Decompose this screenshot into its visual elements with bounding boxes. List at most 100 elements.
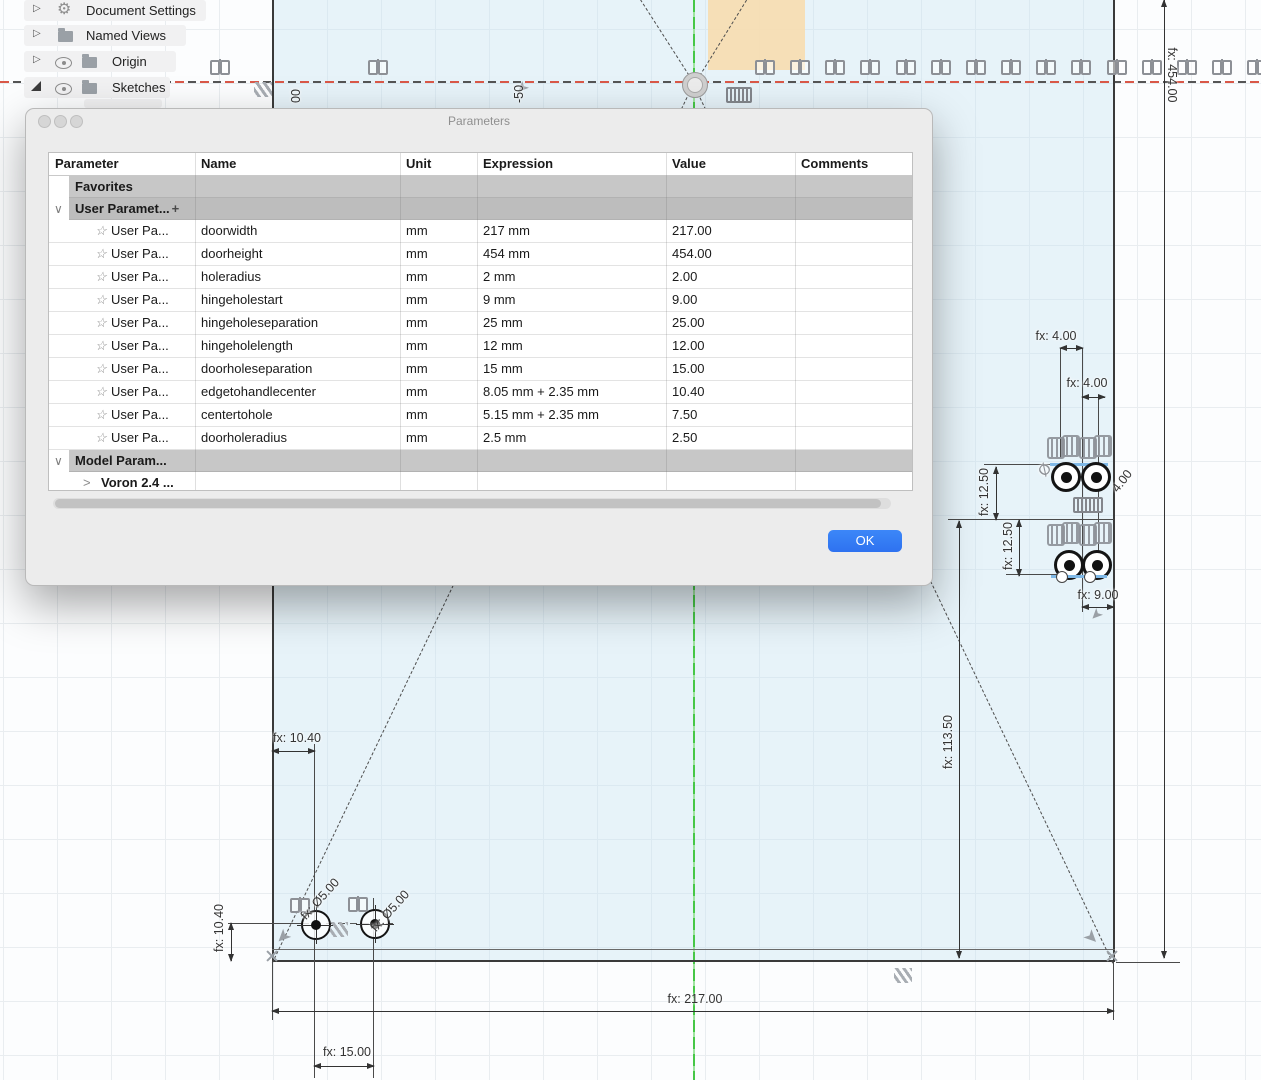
table-row[interactable]: ☆ User Pa... doorwidth mm 217 mm 217.00 [49,220,912,243]
param-comments[interactable] [795,312,912,334]
favorite-star-icon[interactable]: ☆ [95,427,111,449]
chevron-right-icon[interactable]: > [83,472,91,490]
symmetry-constraint-icon[interactable] [210,59,230,75]
param-name[interactable]: edgetohandlecenter [195,381,400,403]
symmetry-constraint-icon[interactable] [896,59,916,75]
param-unit[interactable]: mm [400,220,477,242]
sketch-point[interactable] [1084,571,1096,583]
param-unit[interactable]: mm [400,266,477,288]
param-comments[interactable] [795,404,912,426]
param-unit[interactable]: mm [400,243,477,265]
corner-point-marker[interactable] [266,950,278,962]
dim-hinge-sep-a[interactable]: fx: 12.50 [977,468,991,516]
param-unit[interactable]: mm [400,427,477,449]
dimension-line-hinge-sep-b[interactable] [1015,519,1022,577]
table-row[interactable]: ☆ User Pa... doorholeseparation mm 15 mm … [49,358,912,381]
param-comments[interactable] [795,381,912,403]
param-expression[interactable]: 454 mm [477,243,666,265]
param-expression[interactable]: 12 mm [477,335,666,357]
ok-button[interactable]: OK [828,530,902,552]
favorite-star-icon[interactable]: ☆ [95,266,111,288]
column-header[interactable]: Parameter [49,153,195,175]
door-bottom-edge[interactable] [272,960,1115,962]
symmetry-constraint-icon[interactable] [931,59,951,75]
symmetry-constraint-icon[interactable] [1142,59,1162,75]
favorite-star-icon[interactable]: ☆ [95,381,111,403]
param-unit[interactable]: mm [400,312,477,334]
dimension-line-hinge-sep-a[interactable] [992,466,999,521]
construction-line-horizontal[interactable] [0,81,1261,83]
param-comments[interactable] [795,266,912,288]
param-comments[interactable] [795,335,912,357]
param-expression[interactable]: 15 mm [477,358,666,380]
param-unit[interactable]: mm [400,289,477,311]
param-unit[interactable]: mm [400,381,477,403]
corner-point-marker[interactable] [1106,950,1118,962]
dimension-line-handle-left[interactable] [227,922,234,962]
scrollbar-thumb[interactable] [55,499,881,508]
param-expression[interactable]: 2.5 mm [477,427,666,449]
favorite-star-icon[interactable]: ☆ [95,358,111,380]
favorite-star-icon[interactable]: ☆ [95,289,111,311]
param-comments[interactable] [795,243,912,265]
dimension-line-hinge-offset-b[interactable] [1081,393,1106,400]
dim-hinge-start[interactable]: fx: 9.00 [1078,588,1119,602]
dimension-line-doorwidth[interactable] [271,1007,1115,1014]
model-child-row[interactable]: > Voron 2.4 ... [49,472,912,490]
param-comments[interactable] [795,427,912,449]
tree-row-origin[interactable] [24,51,176,72]
param-name[interactable]: centertohole [195,404,400,426]
symmetry-constraint-icon[interactable] [755,59,775,75]
symmetry-constraint-icon[interactable] [348,896,368,912]
symmetry-constraint-icon[interactable] [1001,59,1021,75]
chevron-down-icon[interactable]: ∨ [54,198,63,220]
symmetry-constraint-icon[interactable] [1071,59,1091,75]
constraint-glyph-icon[interactable] [1094,435,1112,457]
table-row[interactable]: ☆ User Pa... doorheight mm 454 mm 454.00 [49,243,912,266]
visibility-eye-icon[interactable] [55,83,72,95]
chevron-down-icon[interactable]: ∨ [54,450,63,472]
param-comments[interactable] [795,289,912,311]
tree-row-partial[interactable] [84,99,162,108]
column-header[interactable]: Name [195,153,400,175]
dim-fragment-left[interactable]: 00 [289,89,303,103]
tree-label[interactable]: Origin [112,54,147,69]
param-expression[interactable]: 217 mm [477,220,666,242]
param-name[interactable]: hingeholeseparation [195,312,400,334]
column-header[interactable]: Comments [795,153,912,175]
param-unit[interactable]: mm [400,404,477,426]
symmetry-constraint-icon[interactable] [1036,59,1056,75]
hinge-hole[interactable] [1081,462,1111,492]
dim-hinge-mid[interactable]: fx: 113.50 [941,715,955,769]
dim-hinge-offset-a[interactable]: fx: 4.00 [1036,329,1077,343]
param-unit[interactable]: mm [400,335,477,357]
tree-label[interactable]: Document Settings [86,3,196,18]
symmetry-constraint-icon[interactable] [1177,59,1197,75]
symmetry-constraint-icon[interactable] [1212,59,1232,75]
param-name[interactable]: doorholeseparation [195,358,400,380]
origin-point[interactable] [682,72,708,98]
expanded-arrow-icon[interactable] [31,81,41,91]
favorite-star-icon[interactable]: ☆ [95,220,111,242]
table-row[interactable]: ☆ User Pa... doorholeradius mm 2.5 mm 2.5… [49,427,912,450]
param-expression[interactable]: 9 mm [477,289,666,311]
dimension-line-hinge-mid[interactable] [955,520,962,959]
favorite-star-icon[interactable]: ☆ [95,312,111,334]
table-row[interactable]: ☆ User Pa... hingeholelength mm 12 mm 12.… [49,335,912,358]
symmetry-constraint-icon[interactable] [966,59,986,75]
add-parameter-icon[interactable]: + [172,198,180,220]
favorite-star-icon[interactable]: ☆ [95,335,111,357]
visibility-eye-icon[interactable] [55,57,72,69]
constraint-glyph-icon[interactable] [1073,497,1103,513]
constraint-glyph-icon[interactable] [1062,522,1080,544]
dimension-line-handle-top[interactable] [271,747,316,754]
param-expression[interactable]: 2 mm [477,266,666,288]
hinge-hole[interactable] [1051,462,1081,492]
param-unit[interactable]: mm [400,358,477,380]
param-name[interactable]: doorheight [195,243,400,265]
table-row[interactable]: ☆ User Pa... hingeholestart mm 9 mm 9.00 [49,289,912,312]
tree-label[interactable]: Named Views [86,28,166,43]
param-expression[interactable]: 25 mm [477,312,666,334]
horizontal-scrollbar[interactable] [53,498,891,509]
column-header[interactable]: Value [666,153,795,175]
